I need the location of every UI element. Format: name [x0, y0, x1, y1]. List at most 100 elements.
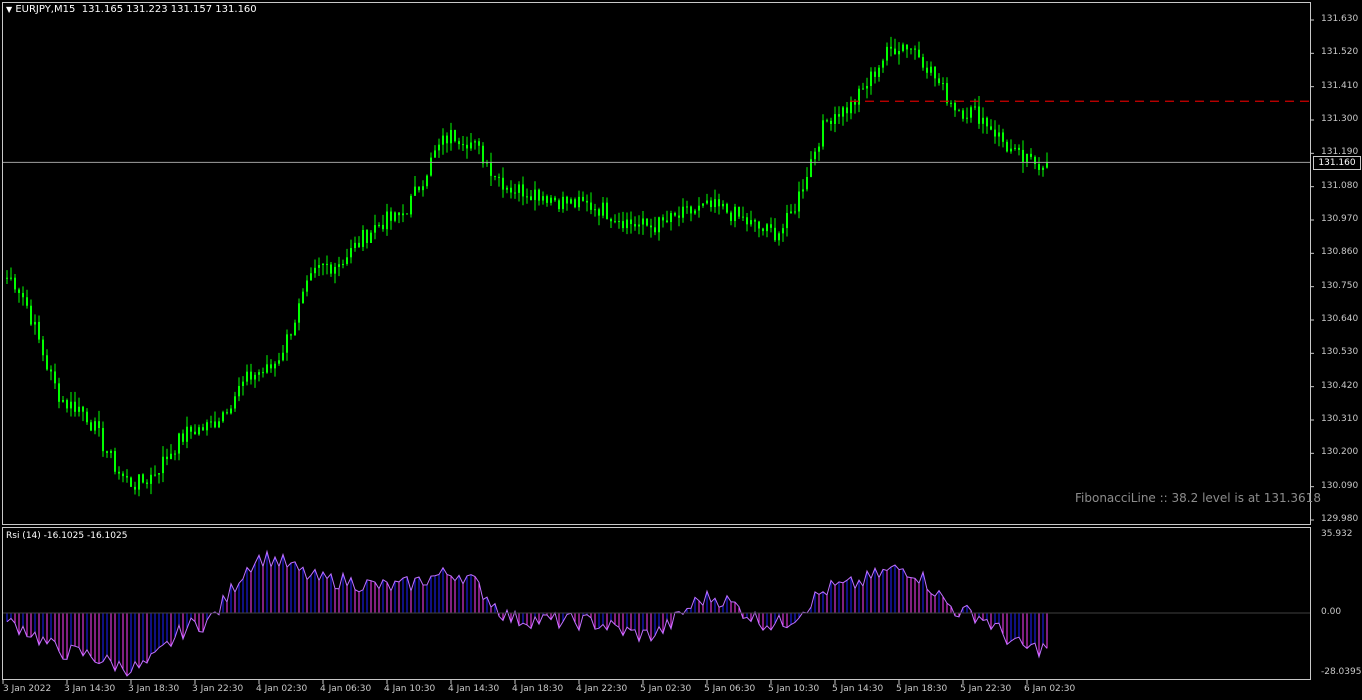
candle-body — [886, 46, 888, 61]
candle-body — [194, 431, 196, 435]
candle-body — [978, 106, 980, 124]
price-tick-label: 130.750 — [1321, 280, 1359, 291]
candle-body — [126, 476, 128, 478]
candle-body — [646, 218, 648, 226]
candle-body — [1014, 147, 1016, 149]
candle-body — [698, 205, 700, 211]
candle-body — [1042, 167, 1044, 170]
candle-body — [814, 151, 816, 160]
candle-body — [562, 196, 564, 210]
candle-body — [10, 277, 12, 279]
candle-body — [494, 175, 496, 177]
candle-body — [918, 49, 920, 58]
candle-body — [142, 474, 144, 483]
candle-body — [678, 215, 680, 218]
candle-body — [930, 66, 932, 73]
candle-body — [982, 117, 984, 124]
candle-body — [446, 135, 448, 144]
candle-body — [114, 451, 116, 472]
candle-body — [966, 117, 968, 119]
price-candles — [6, 36, 1048, 497]
candle-body — [378, 224, 380, 226]
candle-body — [30, 305, 32, 325]
candle-body — [570, 199, 572, 204]
candle-body — [718, 199, 720, 207]
candle-body — [306, 280, 308, 292]
price-tick-label: 130.310 — [1321, 414, 1359, 424]
candle-body — [598, 209, 600, 216]
candle-body — [810, 159, 812, 177]
candle-body — [946, 83, 948, 104]
axis-ticks — [2, 19, 1314, 684]
time-tick-label: 3 Jan 2022 — [3, 684, 52, 694]
price-tick-label: 131.520 — [1321, 47, 1359, 58]
candle-body — [146, 482, 148, 484]
candle-body — [1018, 147, 1020, 150]
time-tick-label: 5 Jan 06:30 — [704, 684, 756, 694]
price-tick-label: 130.420 — [1321, 380, 1359, 391]
time-tick-label: 4 Jan 22:30 — [576, 684, 628, 694]
price-tick-label: 130.200 — [1321, 447, 1359, 458]
candle-body — [914, 48, 916, 50]
candle-body — [374, 225, 376, 233]
candle-body — [502, 177, 504, 190]
candle-body — [754, 220, 756, 222]
candle-body — [962, 110, 964, 119]
candle-body — [422, 186, 424, 191]
candle-body — [642, 218, 644, 225]
candle-body — [218, 421, 220, 428]
candle-body — [702, 203, 704, 206]
candle-body — [958, 110, 960, 112]
time-tick-label: 4 Jan 18:30 — [512, 684, 564, 694]
candle-body — [318, 264, 320, 268]
time-tick-label: 5 Jan 02:30 — [640, 684, 692, 694]
candle-body — [270, 364, 272, 369]
price-pane-border — [2, 2, 1311, 525]
candle-body — [334, 266, 336, 274]
candle-body — [554, 197, 556, 201]
candle-body — [250, 371, 252, 380]
time-tick-label: 5 Jan 14:30 — [832, 684, 884, 694]
candle-body — [522, 184, 524, 197]
rsi-tick-top: 35.932 — [1321, 529, 1353, 539]
candle-body — [178, 433, 180, 454]
candle-body — [566, 196, 568, 204]
candle-body — [474, 141, 476, 143]
candle-body — [6, 277, 8, 279]
candle-body — [402, 213, 404, 216]
candle-body — [578, 196, 580, 208]
candle-body — [258, 372, 260, 375]
candle-body — [174, 453, 176, 455]
candle-body — [734, 206, 736, 221]
candle-body — [210, 421, 212, 423]
candle-body — [154, 474, 156, 476]
time-tick-label: 4 Jan 10:30 — [384, 684, 436, 694]
candle-body — [162, 456, 164, 474]
candle-body — [1038, 164, 1040, 170]
rsi-tick-bottom: -28.0395 — [1321, 667, 1362, 677]
candle-body — [690, 206, 692, 214]
candle-body — [82, 406, 84, 412]
candle-body — [450, 129, 452, 144]
candle-body — [382, 224, 384, 230]
candle-body — [274, 363, 276, 369]
candle-body — [398, 212, 400, 216]
candle-body — [870, 71, 872, 86]
candle-body — [26, 297, 28, 306]
chart-canvas[interactable] — [0, 0, 1362, 700]
candle-body — [1002, 132, 1004, 142]
candle-body — [62, 400, 64, 402]
candle-body — [338, 264, 340, 267]
symbol-header[interactable]: ▼ EURJPY,M15 131.165 131.223 131.157 131… — [6, 4, 257, 16]
candle-body — [766, 224, 768, 232]
candle-body — [770, 224, 772, 228]
candle-body — [710, 200, 712, 208]
candle-body — [594, 209, 596, 211]
candle-body — [414, 186, 416, 196]
candle-body — [1006, 141, 1008, 152]
candle-body — [298, 303, 300, 323]
candle-body — [806, 176, 808, 190]
dropdown-triangle-icon[interactable]: ▼ — [6, 5, 12, 14]
candle-body — [170, 453, 172, 460]
candle-body — [150, 474, 152, 484]
